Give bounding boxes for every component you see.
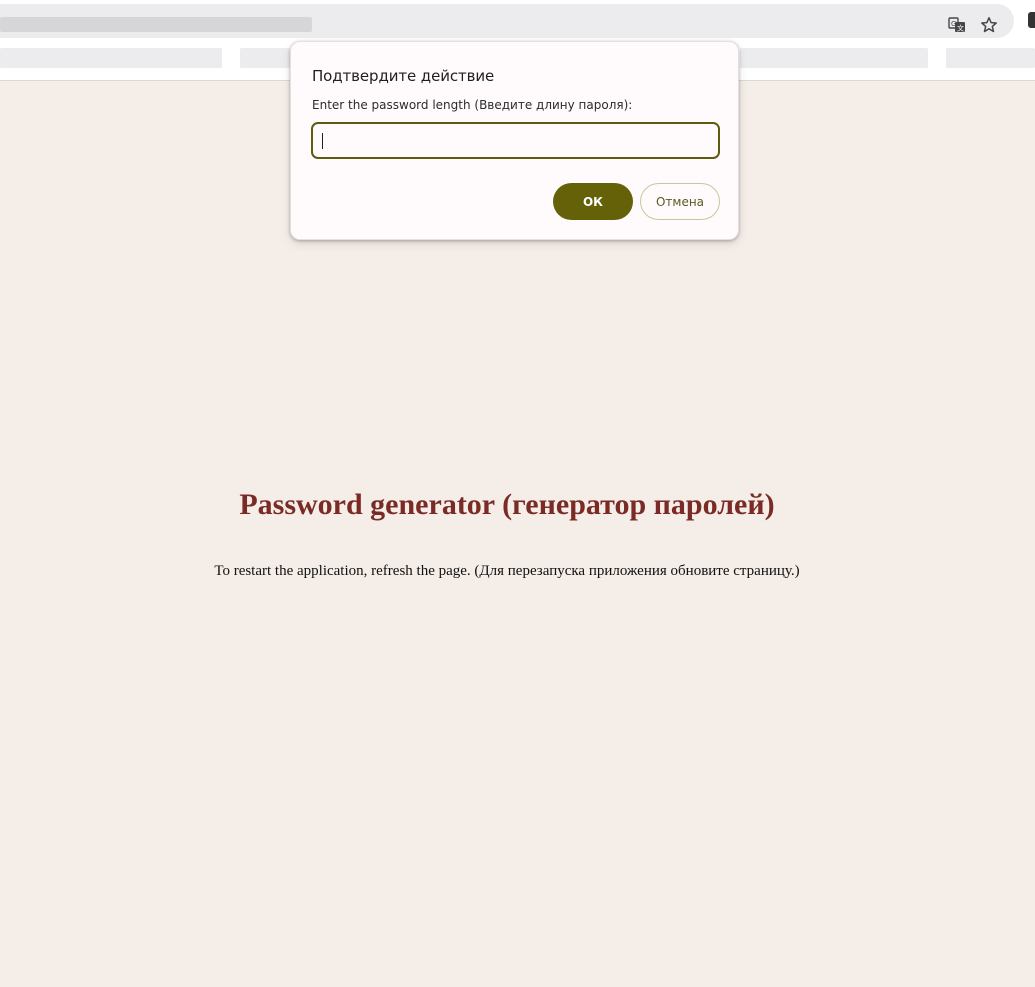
bookmark-redacted	[240, 48, 290, 68]
dialog-message: Enter the password length (Введите длину…	[312, 98, 633, 112]
profile-icon[interactable]	[1028, 12, 1035, 28]
cancel-button[interactable]: Отмена	[640, 183, 720, 220]
password-length-input[interactable]	[311, 122, 720, 159]
page-title: Password generator (генератор паролей)	[239, 488, 775, 521]
bookmark-redacted	[946, 48, 1035, 68]
bookmark-redacted	[0, 48, 222, 68]
restart-note: To restart the application, refresh the …	[214, 563, 800, 579]
address-bar[interactable]: G 文	[0, 4, 1014, 38]
bookmark-star-icon[interactable]	[979, 15, 999, 35]
dialog-title: Подтвердите действие	[312, 67, 495, 85]
text-caret	[322, 133, 323, 149]
translate-icon[interactable]: G 文	[947, 15, 967, 35]
svg-text:文: 文	[957, 24, 964, 33]
ok-button[interactable]: ОК	[553, 183, 633, 220]
url-redacted	[0, 17, 312, 32]
svg-text:G: G	[951, 20, 956, 28]
prompt-dialog: Подтвердите действие Enter the password …	[290, 41, 739, 240]
bookmark-redacted	[740, 48, 928, 68]
